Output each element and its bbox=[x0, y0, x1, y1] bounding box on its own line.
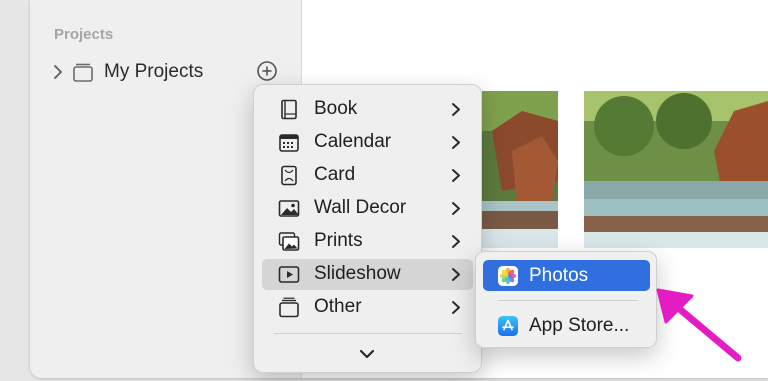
photo-thumbnail[interactable] bbox=[584, 91, 768, 248]
menu-item-label: Prints bbox=[314, 230, 363, 251]
menu-item-slideshow[interactable]: Slideshow bbox=[262, 259, 473, 290]
chevron-right-icon bbox=[452, 169, 460, 182]
photo-thumbnail[interactable] bbox=[482, 91, 558, 248]
chevron-right-icon bbox=[452, 202, 460, 215]
menu-item-book[interactable]: Book bbox=[262, 94, 473, 125]
create-menu: Book Calendar Card Wall Decor Prints Sli… bbox=[253, 84, 482, 373]
chevron-right-icon bbox=[452, 103, 460, 116]
calendar-icon bbox=[279, 134, 299, 152]
submenu-separator bbox=[498, 300, 638, 301]
submenu-item-label: Photos bbox=[529, 265, 589, 286]
chevron-right-icon bbox=[452, 235, 460, 248]
chevron-right-icon bbox=[452, 268, 460, 281]
sidebar-item-my-projects[interactable]: My Projects bbox=[50, 58, 290, 86]
add-project-icon[interactable] bbox=[256, 60, 278, 82]
app-store-icon bbox=[498, 316, 518, 336]
slideshow-submenu: Photos App Store... bbox=[475, 251, 657, 348]
menu-item-calendar[interactable]: Calendar bbox=[262, 127, 473, 158]
menu-item-label: Wall Decor bbox=[314, 197, 407, 218]
submenu-item-app-store[interactable]: App Store... bbox=[483, 310, 650, 341]
menu-item-other[interactable]: Other bbox=[262, 292, 473, 323]
menu-item-label: Calendar bbox=[314, 131, 392, 152]
photos-app-icon bbox=[498, 266, 518, 286]
menu-separator bbox=[274, 333, 462, 334]
book-icon bbox=[281, 99, 297, 120]
menu-item-label: Other bbox=[314, 296, 362, 317]
chevron-right-icon[interactable] bbox=[50, 64, 66, 80]
chevron-down-icon[interactable] bbox=[358, 347, 376, 361]
annotation-arrow-icon bbox=[656, 288, 742, 362]
album-stack-icon bbox=[73, 63, 93, 82]
prints-icon bbox=[278, 232, 300, 251]
menu-item-card[interactable]: Card bbox=[262, 160, 473, 191]
other-icon bbox=[279, 297, 299, 318]
menu-item-prints[interactable]: Prints bbox=[262, 226, 473, 257]
menu-item-label: Slideshow bbox=[314, 263, 401, 284]
submenu-item-photos[interactable]: Photos bbox=[483, 260, 650, 291]
sidebar-section-heading: Projects bbox=[54, 26, 114, 43]
chevron-right-icon bbox=[452, 301, 460, 314]
chevron-right-icon bbox=[452, 136, 460, 149]
card-icon bbox=[281, 165, 297, 186]
wall-decor-icon bbox=[278, 200, 300, 217]
slideshow-icon bbox=[278, 266, 300, 283]
menu-item-label: Card bbox=[314, 164, 356, 185]
sidebar-item-label: My Projects bbox=[104, 61, 204, 82]
submenu-item-label: App Store... bbox=[529, 315, 630, 336]
menu-item-wall-decor[interactable]: Wall Decor bbox=[262, 193, 473, 224]
menu-item-label: Book bbox=[314, 98, 358, 119]
